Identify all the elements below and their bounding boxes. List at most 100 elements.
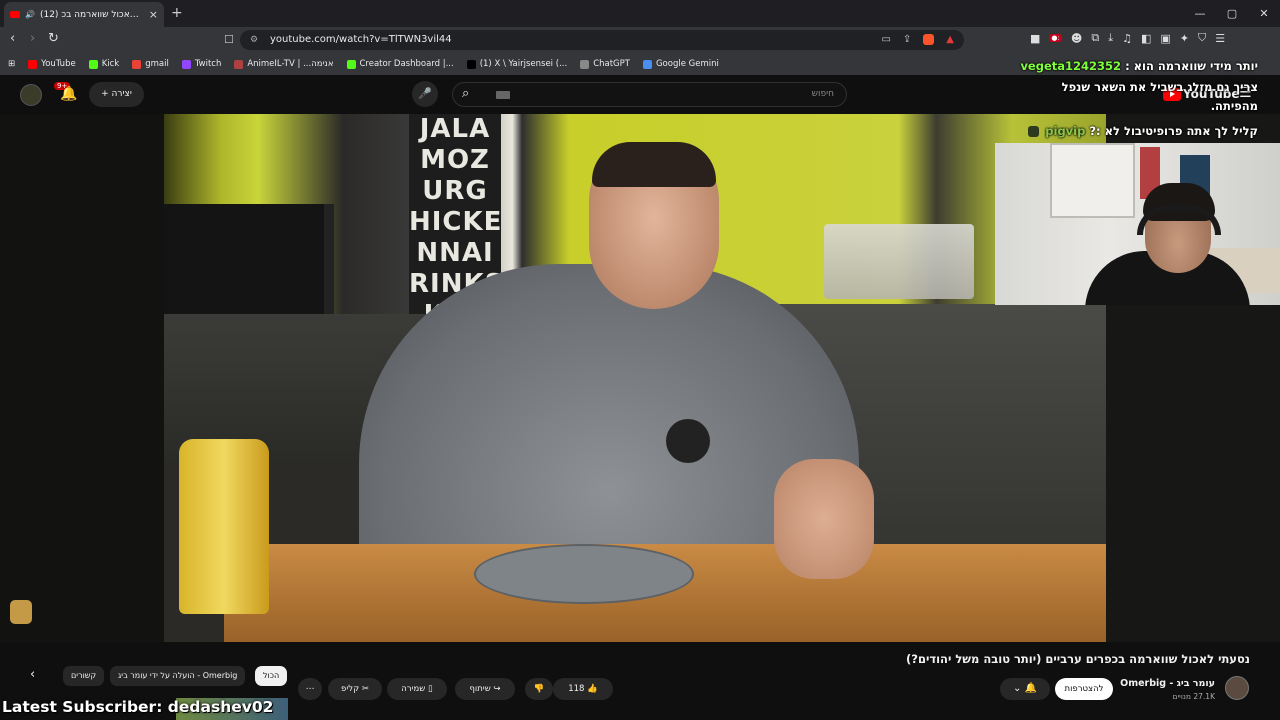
more-actions-button[interactable]: ⋯ — [298, 678, 322, 700]
bookmark-twitch[interactable]: Twitch — [181, 59, 222, 69]
subscriber-count: 27.1K מנויים — [1172, 692, 1215, 701]
keyboard-icon[interactable] — [496, 91, 510, 99]
minimize-button[interactable]: — — [1184, 0, 1216, 27]
like-button[interactable]: 118 👍 — [553, 678, 613, 700]
gmail-icon — [132, 59, 142, 69]
back-arrow-icon[interactable]: ‹ — [10, 31, 15, 46]
bookmark-gemini[interactable]: Google Gemini — [642, 59, 719, 69]
chat-text: צריך גם מזלג בשביל את השאר שנפל — [1061, 80, 1258, 94]
chat-message: יותר מידי שווארמה הוא : vegeta1242352 — [1020, 59, 1258, 73]
share-arrow-icon: ↪ — [493, 684, 501, 694]
reload-icon[interactable]: ↻ — [48, 31, 59, 46]
voice-search-mic-icon[interactable]: 🎤 — [412, 81, 438, 107]
close-window-button[interactable]: ✕ — [1248, 0, 1280, 27]
chevron-down-icon: ⌄ — [1012, 683, 1022, 694]
kick-icon — [88, 59, 98, 69]
apps-grid-icon[interactable]: ⊞ — [8, 59, 15, 69]
tab-title: (12) נסעתי לאכול שווארמה בכ — [39, 9, 144, 20]
bookmark-animeil[interactable]: AnimeIL-TV | ...אנימה — [234, 59, 334, 69]
extensions-row: ■ ●: ☻ ⧉ ⤓ ♫ ◧ ▣ ✦ ⛉ ☰ — [1030, 31, 1225, 45]
bookmark-x[interactable]: (1) X \ Yairjsensei (... — [466, 59, 567, 69]
bookmark-gmail[interactable]: gmail — [132, 59, 169, 69]
bookmark-save-icon: ▯ — [428, 684, 433, 694]
notifications-bell-icon[interactable]: 🔔 — [60, 86, 77, 102]
bookmark-creator-dashboard[interactable]: Creator Dashboard |... — [346, 59, 454, 69]
search-input[interactable]: ⌕ חיפוש — [452, 82, 847, 107]
bookmark-youtube[interactable]: YouTube — [28, 59, 76, 69]
brave-rewards-icon[interactable]: ▲ — [946, 30, 954, 50]
save-button[interactable]: שמירה ▯ — [387, 678, 447, 700]
channel-name[interactable]: עומר ביג - Omerbig — [1120, 678, 1215, 689]
bookmark-kick[interactable]: Kick — [88, 59, 119, 69]
leo-ai-icon[interactable]: ✦ — [1180, 32, 1189, 45]
bell-icon: 🔔 — [1024, 683, 1038, 694]
wallet-icon[interactable]: ▣ — [1160, 32, 1170, 45]
chat-username: pigvip — [1045, 124, 1086, 138]
speaker-icon[interactable]: 🔊 — [25, 10, 35, 19]
url-text[interactable]: youtube.com/watch?v=TlTWN3vil44 — [270, 34, 452, 45]
screenshot-icon[interactable]: ⧉ — [1091, 31, 1099, 45]
address-bar[interactable]: ☐ ⚙ youtube.com/watch?v=TlTWN3vil44 ▭ ⇪ … — [224, 30, 964, 50]
site-settings-icon[interactable]: ⚙ — [250, 30, 258, 50]
profile-extension-icon[interactable]: ☻ — [1071, 32, 1082, 45]
gemini-icon — [642, 59, 652, 69]
share-button[interactable]: שיתוף ↪ — [455, 678, 515, 700]
extension-badge-icon[interactable]: ●: — [1049, 34, 1062, 42]
like-count: 118 — [568, 684, 585, 694]
brave-shields-icon[interactable] — [923, 34, 935, 45]
dislike-button[interactable]: 👎 — [525, 678, 553, 700]
chip-all[interactable]: הכול — [255, 666, 288, 686]
maximize-button[interactable]: ▢ — [1216, 0, 1248, 27]
search-icon[interactable]: ⌕ — [462, 86, 469, 101]
channel-avatar[interactable] — [1225, 676, 1249, 700]
new-tab-button[interactable]: + — [171, 5, 183, 21]
video-scene-shawarma-plate — [474, 544, 694, 604]
media-icon[interactable]: ♫ — [1122, 32, 1132, 45]
screen: { "browser": { "tab_title": "(12) נסעתי … — [0, 0, 1280, 720]
save-label: שמירה — [401, 684, 426, 694]
chips-prev-arrow-icon[interactable]: ‹ — [30, 667, 35, 682]
create-button[interactable]: + יצירה — [89, 82, 144, 107]
share-page-icon[interactable]: ⇪ — [903, 30, 911, 50]
subscribed-bell-button[interactable]: ⌄ 🔔 — [1000, 678, 1050, 700]
clip-button[interactable]: קליפ ✂ — [328, 678, 382, 700]
search-placeholder: חיפוש — [811, 89, 834, 99]
chat-text: יותר מידי שווארמה הוא : — [1125, 59, 1258, 73]
chip-related[interactable]: קשורים — [63, 666, 105, 686]
bookmark-chatgpt[interactable]: ChatGPT — [580, 59, 630, 69]
bookmark-label: AnimeIL-TV | ...אנימה — [247, 59, 334, 69]
video-scene-sauce-bottle — [179, 439, 269, 614]
menu-icon[interactable]: ☰ — [1215, 32, 1225, 45]
extension-icon[interactable]: ■ — [1030, 32, 1040, 45]
account-avatar[interactable] — [20, 84, 42, 106]
chip-uploaded-by[interactable]: הועלה על ידי עומר ביג - Omerbig — [110, 666, 246, 686]
chat-text: קליל לך אתה פרופיטיבול לא :? — [1089, 124, 1258, 138]
bookmark-label: YouTube — [41, 59, 76, 69]
streamer-webcam — [995, 143, 1280, 305]
video-scene-cups — [824, 224, 974, 299]
browser-toolbar: ‹ › ↻ ☐ ⚙ youtube.com/watch?v=TlTWN3vil4… — [0, 27, 1280, 53]
bookmark-label: Twitch — [194, 59, 222, 69]
latest-subscriber-overlay: Latest Subscriber: dedashev02 — [2, 698, 274, 716]
share-label: שיתוף — [469, 684, 491, 694]
kick-icon — [346, 59, 356, 69]
hoodie-8ball-logo — [666, 419, 710, 463]
webcam-door — [1050, 143, 1135, 218]
join-button[interactable]: להצטרפות — [1055, 678, 1113, 700]
chatgpt-icon — [580, 59, 590, 69]
player-left-letterbox — [0, 114, 164, 642]
download-icon[interactable]: ⤓ — [1108, 31, 1113, 45]
browser-tab-active[interactable]: 🔊 (12) נסעתי לאכול שווארמה בכ × — [4, 2, 164, 27]
install-icon[interactable]: ▭ — [881, 30, 890, 50]
bookmark-icon[interactable]: ☐ — [224, 30, 234, 50]
sidebar-icon[interactable]: ◧ — [1141, 32, 1151, 45]
animeil-icon — [234, 59, 244, 69]
vpn-shield-icon[interactable]: ⛉ — [1198, 31, 1206, 45]
video-player[interactable]: JALA MOZ URG HICKE NNAI RINKS KEN — [164, 114, 1106, 642]
tab-close-button[interactable]: × — [149, 8, 158, 21]
more-dots-icon: ⋯ — [305, 684, 315, 694]
twitch-icon — [181, 59, 191, 69]
forward-arrow-icon[interactable]: › — [30, 31, 35, 46]
video-title: נסעתי לאכול שווארמה בכפרים ערביים (יותר … — [906, 652, 1250, 666]
chat-username: vegeta1242352 — [1020, 59, 1122, 73]
